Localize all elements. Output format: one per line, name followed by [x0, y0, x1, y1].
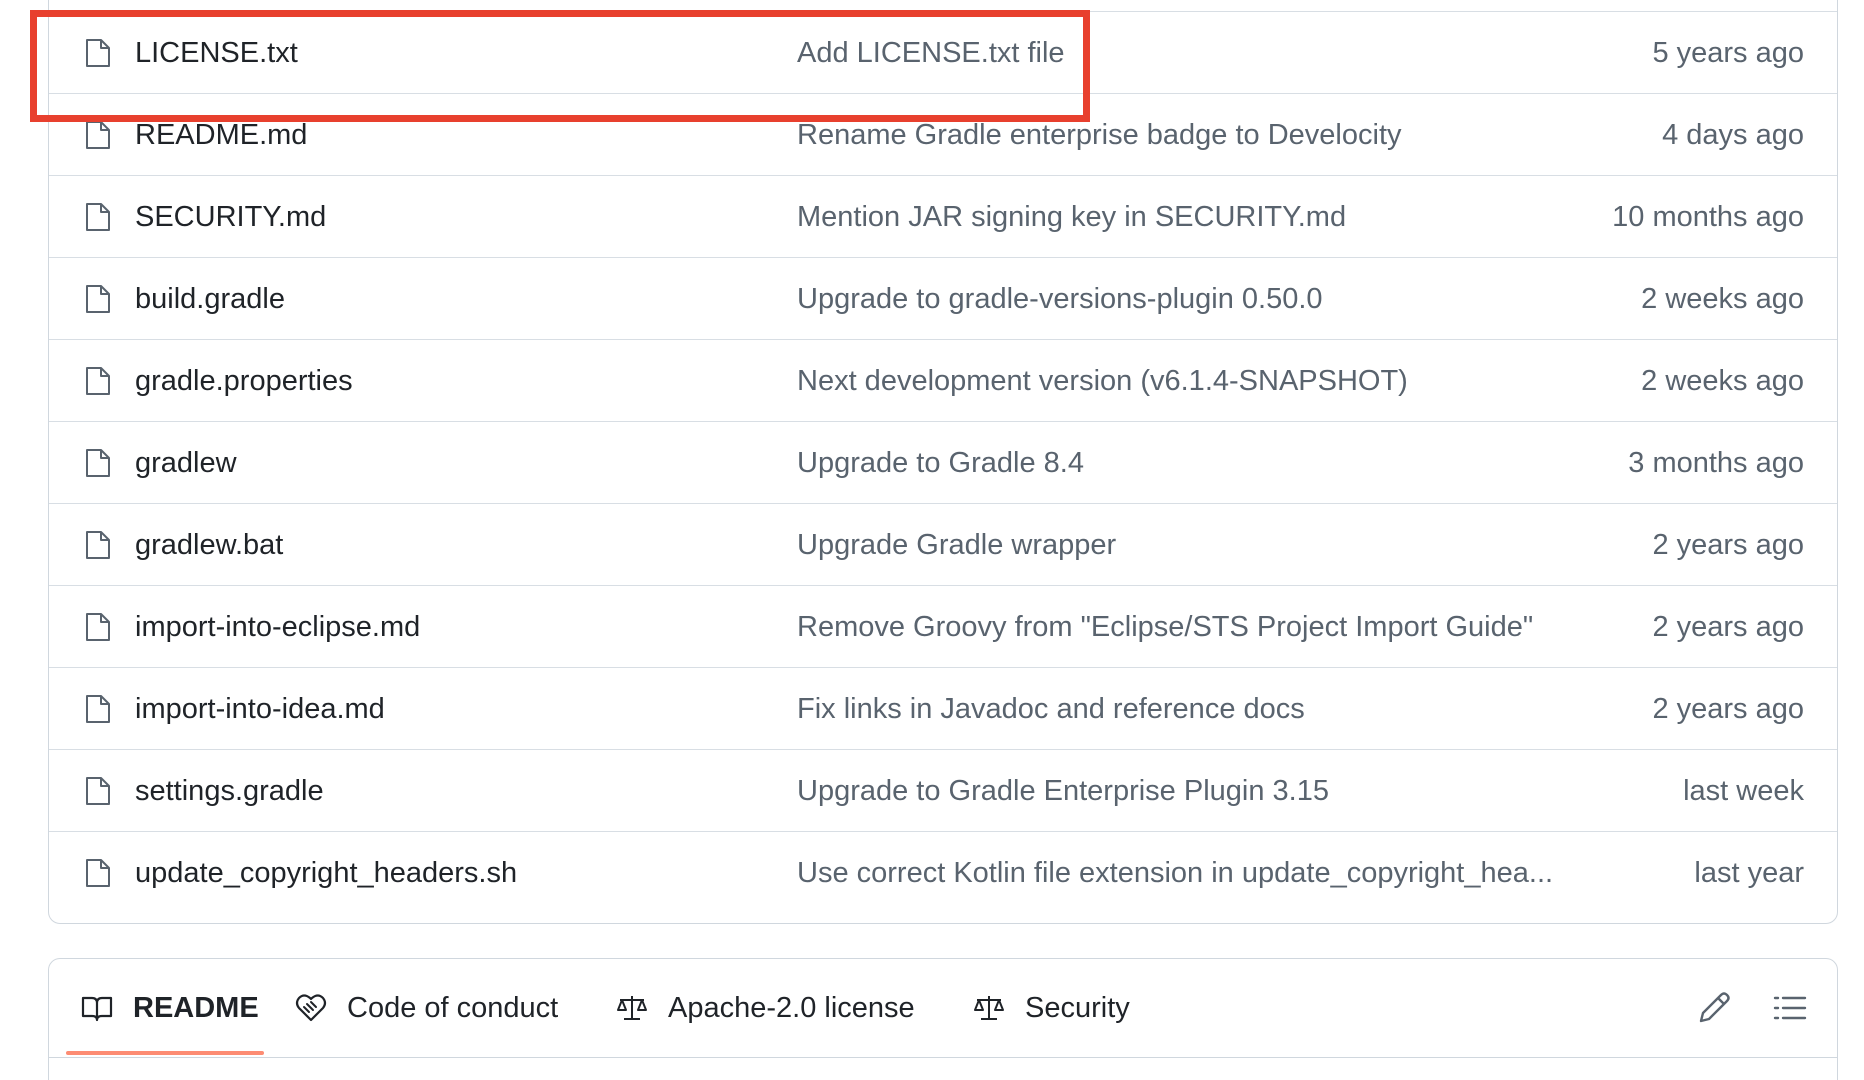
- file-row[interactable]: gradle.properties Next development versi…: [49, 339, 1837, 421]
- commit-message-link[interactable]: Next development version (v6.1.4-SNAPSHO…: [797, 340, 1408, 422]
- law-scale-icon: [974, 996, 1004, 1020]
- tab-label: Security: [1025, 991, 1130, 1024]
- tab-code-of-conduct[interactable]: Code of conduct: [295, 959, 558, 1057]
- file-icon: [86, 777, 110, 805]
- file-row[interactable]: gradlew.bat Upgrade Gradle wrapper 2 yea…: [49, 503, 1837, 585]
- book-icon: [81, 996, 113, 1022]
- commit-message-link[interactable]: Rename Gradle enterprise badge to Develo…: [797, 94, 1402, 176]
- file-name-link[interactable]: README.md: [135, 94, 307, 176]
- commit-age: 5 years ago: [1652, 37, 1804, 69]
- file-row[interactable]: import-into-idea.md Fix links in Javadoc…: [49, 667, 1837, 749]
- tab-label: Apache-2.0 license: [668, 991, 915, 1024]
- repository-page: LICENSE.txt Add LICENSE.txt file 5 years…: [0, 0, 1864, 1080]
- tab-label: README: [133, 991, 259, 1024]
- file-icon: [86, 39, 110, 67]
- tab-security[interactable]: Security: [973, 959, 1130, 1057]
- file-row[interactable]: settings.gradle Upgrade to Gradle Enterp…: [49, 749, 1837, 831]
- commit-message-link[interactable]: Use correct Kotlin file extension in upd…: [797, 832, 1553, 914]
- commit-age: 10 months ago: [1612, 201, 1804, 233]
- file-icon: [86, 531, 110, 559]
- list-icon[interactable]: [1771, 989, 1809, 1027]
- file-name-link[interactable]: import-into-eclipse.md: [135, 586, 420, 668]
- commit-message-link[interactable]: Add LICENSE.txt file: [797, 12, 1065, 94]
- commit-age: last week: [1683, 775, 1804, 807]
- file-row[interactable]: build.gradle Upgrade to gradle-versions-…: [49, 257, 1837, 339]
- file-icon: [86, 203, 110, 231]
- tab-readme[interactable]: README: [81, 959, 259, 1057]
- commit-age: 2 years ago: [1652, 693, 1804, 725]
- file-icon: [86, 613, 110, 641]
- file-icon: [86, 285, 110, 313]
- commit-message-link[interactable]: Fix links in Javadoc and reference docs: [797, 668, 1305, 750]
- tab-license[interactable]: Apache-2.0 license: [616, 959, 915, 1057]
- tab-label: Code of conduct: [347, 991, 559, 1024]
- pencil-icon[interactable]: [1695, 989, 1733, 1027]
- commit-message-link[interactable]: Upgrade to Gradle 8.4: [797, 422, 1084, 504]
- commit-age: 4 days ago: [1662, 119, 1804, 151]
- law-scale-icon: [617, 996, 647, 1020]
- commit-age: 2 years ago: [1652, 529, 1804, 561]
- file-row[interactable]: README.md Rename Gradle enterprise badge…: [49, 93, 1837, 175]
- file-name-link[interactable]: gradlew: [135, 422, 237, 504]
- file-list: LICENSE.txt Add LICENSE.txt file 5 years…: [48, 0, 1838, 924]
- readme-tab-bar: README Code of conduct Apache-2.0 licens…: [49, 959, 1837, 1058]
- active-tab-indicator: [66, 1051, 264, 1055]
- commit-age: 3 months ago: [1628, 447, 1804, 479]
- file-row[interactable]: import-into-eclipse.md Remove Groovy fro…: [49, 585, 1837, 667]
- commit-age: 2 years ago: [1652, 611, 1804, 643]
- file-name-link[interactable]: gradle.properties: [135, 340, 353, 422]
- file-icon: [86, 367, 110, 395]
- file-name-link[interactable]: build.gradle: [135, 258, 285, 340]
- commit-age: 2 weeks ago: [1641, 283, 1804, 315]
- file-name-link[interactable]: update_copyright_headers.sh: [135, 832, 517, 914]
- file-name-link[interactable]: settings.gradle: [135, 750, 324, 832]
- file-row[interactable]: LICENSE.txt Add LICENSE.txt file 5 years…: [49, 11, 1837, 93]
- code-of-conduct-icon: [295, 994, 327, 1022]
- file-icon: [86, 449, 110, 477]
- commit-message-link[interactable]: Remove Groovy from "Eclipse/STS Project …: [797, 586, 1533, 668]
- file-name-link[interactable]: import-into-idea.md: [135, 668, 385, 750]
- file-row[interactable]: update_copyright_headers.sh Use correct …: [49, 831, 1837, 913]
- file-name-link[interactable]: SECURITY.md: [135, 176, 326, 258]
- file-icon: [86, 121, 110, 149]
- file-row[interactable]: gradlew Upgrade to Gradle 8.4 3 months a…: [49, 421, 1837, 503]
- commit-message-link[interactable]: Upgrade Gradle wrapper: [797, 504, 1116, 586]
- file-icon: [86, 859, 110, 887]
- file-icon: [86, 695, 110, 723]
- commit-age: last year: [1694, 857, 1804, 889]
- file-name-link[interactable]: gradlew.bat: [135, 504, 283, 586]
- file-name-link[interactable]: LICENSE.txt: [135, 12, 298, 94]
- readme-panel: README Code of conduct Apache-2.0 licens…: [48, 958, 1838, 1080]
- commit-message-link[interactable]: Mention JAR signing key in SECURITY.md: [797, 176, 1346, 258]
- commit-message-link[interactable]: Upgrade to Gradle Enterprise Plugin 3.15: [797, 750, 1329, 832]
- commit-message-link[interactable]: Upgrade to gradle-versions-plugin 0.50.0: [797, 258, 1323, 340]
- commit-age: 2 weeks ago: [1641, 365, 1804, 397]
- file-row[interactable]: SECURITY.md Mention JAR signing key in S…: [49, 175, 1837, 257]
